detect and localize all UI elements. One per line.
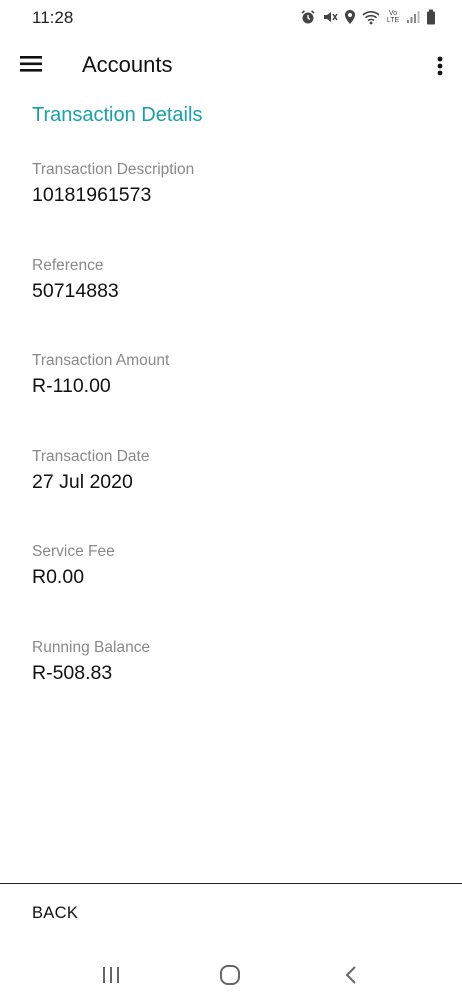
field-service-fee: Service Fee R0.00: [32, 542, 432, 638]
location-icon: [344, 9, 356, 25]
recents-button[interactable]: [100, 964, 122, 986]
alarm-icon: [300, 9, 316, 25]
mute-icon: [322, 9, 338, 25]
field-label: Transaction Description: [32, 161, 195, 178]
field-value: R-508.83: [32, 661, 113, 684]
back-arrow-icon: [342, 966, 360, 991]
transaction-details: Transaction Description 10181961573 Refe…: [32, 160, 432, 733]
signal-icon: [406, 10, 420, 24]
app-title: Accounts: [82, 52, 173, 77]
field-value: 50714883: [32, 279, 119, 302]
battery-icon: [426, 9, 436, 25]
field-running-balance: Running Balance R-508.83: [32, 638, 432, 734]
field-value: R-110.00: [32, 375, 111, 397]
field-label: Running Balance: [32, 638, 151, 656]
field-label: Transaction Amount: [32, 352, 170, 369]
home-icon: [218, 965, 242, 991]
field-transaction-amount: Transaction Amount R-110.00: [32, 351, 432, 447]
footer-divider: [0, 883, 462, 884]
app-bar: Accounts: [0, 40, 462, 92]
field-label: Service Fee: [32, 543, 115, 560]
field-label: Transaction Date: [32, 447, 150, 465]
status-icons: Vo LTE: [300, 9, 436, 25]
section-title: Transaction Details: [32, 104, 203, 126]
system-nav-bar: [0, 950, 462, 1000]
home-button[interactable]: [218, 963, 242, 987]
more-vert-icon: [434, 56, 446, 84]
more-options-button[interactable]: [434, 52, 446, 80]
recents-icon: [100, 967, 122, 990]
hamburger-menu-icon: [18, 56, 46, 82]
wifi-icon: [362, 9, 380, 25]
status-time: 11:28: [32, 8, 74, 27]
field-transaction-description: Transaction Description 10181961573: [32, 160, 432, 256]
field-reference: Reference 50714883: [32, 256, 432, 352]
volte-icon: Vo LTE: [386, 10, 400, 24]
field-label: Reference: [32, 256, 104, 274]
status-bar: 11:28 Vo LTE: [0, 0, 462, 36]
menu-button[interactable]: [18, 50, 46, 78]
field-transaction-date: Transaction Date 27 Jul 2020: [32, 447, 432, 543]
nav-back-button[interactable]: [342, 963, 360, 987]
back-button[interactable]: BACK: [32, 904, 78, 923]
field-value: 27 Jul 2020: [32, 470, 133, 493]
field-value: 10181961573: [32, 184, 152, 206]
field-value: R0.00: [32, 566, 85, 588]
